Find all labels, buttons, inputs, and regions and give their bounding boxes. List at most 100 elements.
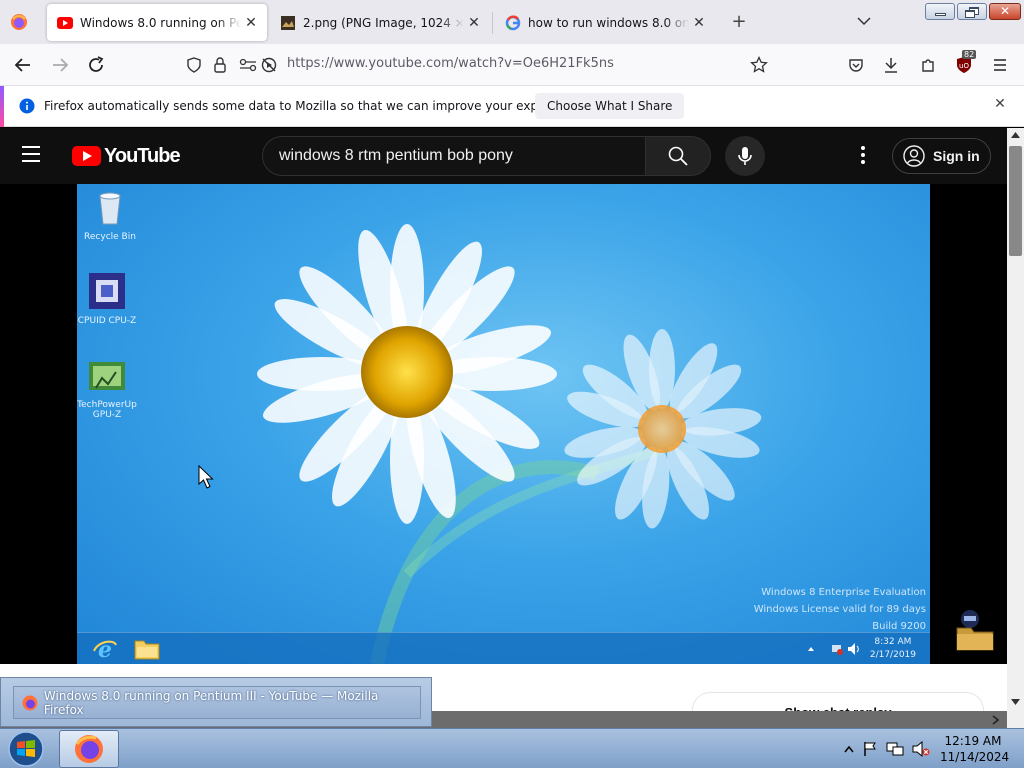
data-collection-notification: Firefox automatically sends some data to… [0,86,1024,127]
video-frame[interactable]: Recycle Bin CPUID CPU-Z TechPowerUp GPU-… [77,184,930,664]
info-icon [19,98,35,114]
youtube-play-icon [72,146,101,166]
windows8-taskbar: e 8:32 AM 2/17/2019 [77,632,930,664]
tab-strip: Windows 8.0 running on Pentium III - You… [0,0,1024,44]
windows-orb-icon [8,731,44,767]
guide-menu-icon[interactable] [22,146,50,166]
pocket-icon [849,59,863,72]
watermark-line: Windows 8 Enterprise Evaluation [761,587,926,598]
taskbar-firefox-button[interactable] [59,730,119,768]
thumbnail-title-text: Windows 8.0 running on Pentium III - You… [43,688,379,717]
network-icon [832,645,843,655]
show-hidden-icons-icon[interactable] [844,745,854,753]
ublock-button[interactable]: uO 82 [951,50,977,78]
windows8-clock: 8:32 AM 2/17/2019 [870,636,916,662]
mouse-cursor-icon [198,465,214,489]
tab-google-search[interactable]: how to run windows 8.0 on pentium iii ✕ [495,4,715,41]
scroll-right-icon[interactable] [992,715,999,725]
reload-button[interactable] [83,52,109,78]
notification-area [844,737,930,761]
taskbar-thumbnail-preview[interactable]: Windows 8.0 running on Pentium III - You… [0,677,432,727]
desktop-icon-label: Recycle Bin [84,232,136,242]
firefox-view-icon[interactable] [10,13,28,31]
recycle-bin-icon [99,192,121,225]
desktop-icon-recycle-bin[interactable]: Recycle Bin [80,188,140,242]
choose-what-i-share-button[interactable]: Choose What I Share [535,93,685,119]
bookmark-star-icon[interactable] [750,56,768,74]
svg-text:e: e [98,637,112,661]
video-player[interactable]: Recycle Bin CPUID CPU-Z TechPowerUp GPU-… [0,184,1007,664]
network-icon[interactable] [886,741,904,757]
close-tab-icon[interactable]: ✕ [241,15,261,31]
thumbnail-window-title[interactable]: Windows 8.0 running on Pentium III - You… [13,686,421,719]
lock-icon[interactable] [213,57,227,73]
folder-overlay-icon [956,610,994,651]
desktop-icon-label: TechPowerUp GPU-Z [77,400,137,420]
close-tab-icon[interactable]: ✕ [689,15,709,31]
back-button[interactable] [10,52,36,78]
desktop-icon-label: CPUID CPU-Z [77,316,137,326]
clock-time: 12:19 AM [944,734,1002,748]
youtube-header: YouTube windows 8 rtm pentium bob pony S… [0,128,1007,184]
desktop-icon-gpuz[interactable]: TechPowerUp GPU-Z [77,358,137,420]
scroll-down-icon[interactable] [1011,699,1020,705]
downloads-button[interactable] [878,52,904,78]
start-button[interactable] [6,731,46,767]
close-window-button[interactable]: ✕ [989,3,1021,20]
shield-icon[interactable] [186,57,202,73]
new-tab-button[interactable]: + [727,10,751,34]
cpuz-icon [89,273,125,309]
desktop-icon-cpuz[interactable]: CPUID CPU-Z [77,272,137,326]
svg-text:uO: uO [959,62,969,70]
arrow-left-icon [14,58,30,72]
autoplay-blocked-icon[interactable] [261,57,277,73]
youtube-logo-text: YouTube [104,144,181,167]
extensions-button[interactable] [915,52,941,78]
more-options-icon[interactable] [855,146,871,166]
close-notification-icon[interactable]: ✕ [990,96,1010,112]
tab-title: Windows 8.0 running on Pentium III - You… [80,15,241,30]
tab-youtube[interactable]: Windows 8.0 running on Pentium III - You… [47,4,267,41]
search-input[interactable]: windows 8 rtm pentium bob pony [262,136,646,176]
sign-in-label: Sign in [933,148,980,164]
youtube-logo[interactable]: YouTube [72,144,181,167]
forward-button[interactable] [47,52,73,78]
restore-window-button[interactable] [957,3,987,20]
gpuz-icon [89,362,125,390]
arrow-right-icon [53,58,69,72]
sign-in-button[interactable]: Sign in [892,138,991,174]
address-bar[interactable]: https://www.youtube.com/watch?v=Oe6H21Fk… [176,49,778,81]
clock-date: 11/14/2024 [940,750,1010,764]
search-button[interactable] [645,136,711,176]
microphone-icon [738,147,752,165]
youtube-favicon-icon [57,16,73,29]
windows7-taskbar: 12:19 AM 11/14/2024 [0,728,1024,768]
tab-png-image[interactable]: 2.png (PNG Image, 1024 × 768 pixels) ✕ [270,4,490,41]
tab-title: 2.png (PNG Image, 1024 × 768 pixels) [303,15,464,30]
firefox-icon [75,735,103,763]
file-explorer-icon [134,640,160,660]
permissions-icon[interactable] [239,58,257,72]
volume-muted-icon[interactable] [912,741,930,757]
page-scrollbar[interactable] [992,128,1024,728]
scroll-up-icon[interactable] [1011,132,1020,138]
hamburger-icon [994,59,1006,71]
image-favicon-icon [281,15,295,30]
show-hidden-icons-icon [808,647,814,651]
url-text: https://www.youtube.com/watch?v=Oe6H21Fk… [287,56,614,71]
internet-explorer-icon: e [93,637,117,661]
pocket-button[interactable] [843,52,869,78]
close-tab-icon[interactable]: ✕ [464,15,484,31]
voice-search-button[interactable] [725,136,765,176]
account-icon [903,145,925,167]
system-clock[interactable]: 12:19 AM 11/14/2024 [940,733,1010,765]
scrollbar-thumb[interactable] [1009,146,1022,256]
reload-icon [89,56,104,72]
tab-separator [492,12,493,34]
minimize-window-button[interactable] [925,3,955,20]
menu-button[interactable] [987,52,1013,78]
volume-icon [848,643,859,655]
list-all-tabs-icon[interactable] [852,10,876,34]
navigation-toolbar: https://www.youtube.com/watch?v=Oe6H21Fk… [0,44,1024,86]
action-center-flag-icon[interactable] [862,741,878,757]
